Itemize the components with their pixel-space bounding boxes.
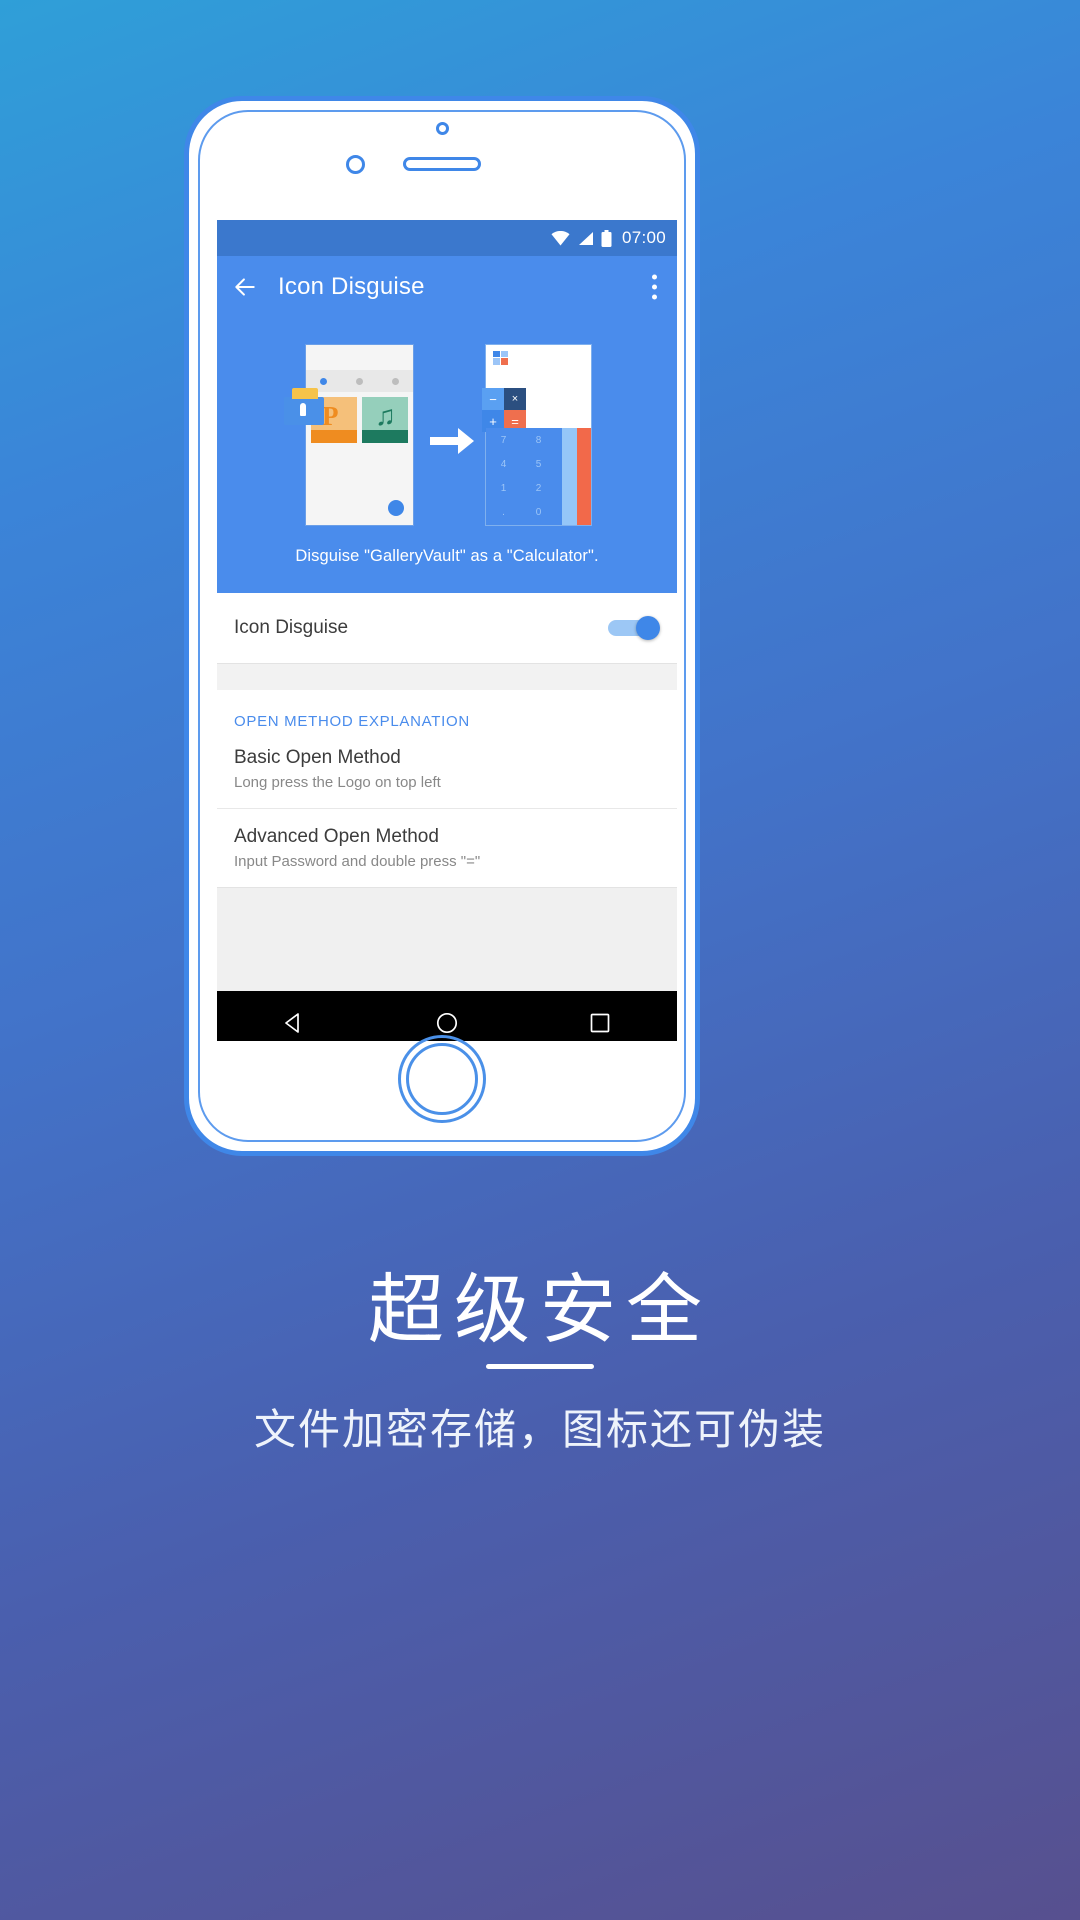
calculator-operator-keys: − × + =	[482, 388, 526, 432]
calc-op-minus: −	[482, 388, 504, 410]
app-tile-pdf-glyph: P	[322, 401, 339, 431]
calculator-side-column	[562, 428, 577, 525]
calc-key: 7	[500, 434, 507, 446]
hero-caption: Disguise "GalleryVault" as a "Calculator…	[295, 547, 599, 565]
earpiece-speaker-icon	[403, 157, 481, 171]
page-title: Icon Disguise	[278, 273, 425, 300]
disguise-illustration: P ♫ − × + = 7 8 4 5 1 2 . 0	[217, 340, 677, 530]
nav-back-icon[interactable]	[282, 1011, 306, 1035]
status-clock: 07:00	[621, 228, 666, 247]
section-divider	[217, 663, 677, 690]
method-title: Advanced Open Method	[234, 826, 439, 847]
battery-icon	[601, 229, 612, 247]
list-item[interactable]: Advanced Open Method Input Password and …	[217, 808, 677, 887]
icon-disguise-label: Icon Disguise	[234, 617, 349, 638]
calc-key: 1	[500, 483, 507, 495]
section-header-open-method: OPEN METHOD EXPLANATION	[217, 690, 677, 744]
mock-fab-button	[388, 500, 404, 516]
right-arrow-icon	[430, 428, 474, 454]
android-screen: 07:00 Icon Disguise P ♫ − × + = 7 8 4 5 …	[217, 220, 677, 1041]
front-camera-icon	[346, 155, 365, 174]
nav-home-icon[interactable]	[435, 1011, 459, 1035]
marketing-headline: 超级安全	[368, 1265, 712, 1354]
wifi-icon	[551, 230, 570, 245]
list-empty-filler	[217, 887, 677, 991]
app-tile-pdf-base	[311, 430, 357, 443]
hero-illustration-panel: P ♫ − × + = 7 8 4 5 1 2 . 0 Disguise "Ga…	[217, 318, 677, 593]
app-tile-music-glyph: ♫	[375, 400, 396, 431]
mock-tab-bar	[306, 370, 413, 392]
calculator-equals-column	[577, 428, 591, 525]
method-subtitle: Input Password and double press "="	[234, 853, 481, 870]
back-arrow-icon[interactable]	[232, 274, 258, 300]
calculator-app-icon	[493, 351, 508, 365]
home-button[interactable]	[398, 1035, 486, 1123]
calc-op-times: ×	[504, 388, 526, 410]
method-subtitle: Long press the Logo on top left	[234, 774, 441, 791]
icon-disguise-row[interactable]: Icon Disguise	[217, 593, 677, 663]
calculator-disguise-mock: − × + = 7 8 9 4 5 6 1 2 3	[482, 344, 592, 526]
android-navigation-bar	[217, 991, 677, 1041]
app-tile-music: ♫	[362, 397, 408, 443]
phone-mockup-frame: 07:00 Icon Disguise P ♫ − × + = 7 8 4 5 …	[184, 96, 700, 1156]
cellular-signal-icon	[578, 231, 593, 245]
status-bar: 07:00	[217, 220, 677, 256]
vault-lock-icon	[284, 388, 324, 425]
calc-key: 5	[535, 458, 542, 470]
icon-disguise-toggle[interactable]	[608, 616, 660, 640]
headline-divider	[486, 1364, 594, 1369]
calc-key: 8	[535, 434, 542, 446]
calc-key: 4	[500, 458, 507, 470]
list-item[interactable]: Basic Open Method Long press the Logo on…	[217, 744, 677, 808]
toggle-thumb	[636, 616, 660, 640]
overflow-menu-icon[interactable]	[652, 274, 657, 300]
method-title: Basic Open Method	[234, 747, 401, 768]
original-app-mock: P ♫	[284, 344, 414, 526]
calc-key: .	[502, 507, 505, 519]
calc-key: 0	[535, 507, 542, 519]
nav-recents-icon[interactable]	[588, 1011, 612, 1035]
app-tile-music-base	[362, 430, 408, 443]
marketing-subheadline: 文件加密存储，图标还可伪装	[253, 1405, 826, 1454]
app-bar: Icon Disguise	[217, 256, 677, 318]
proximity-sensor-icon	[436, 122, 449, 135]
calc-key: 2	[535, 483, 542, 495]
